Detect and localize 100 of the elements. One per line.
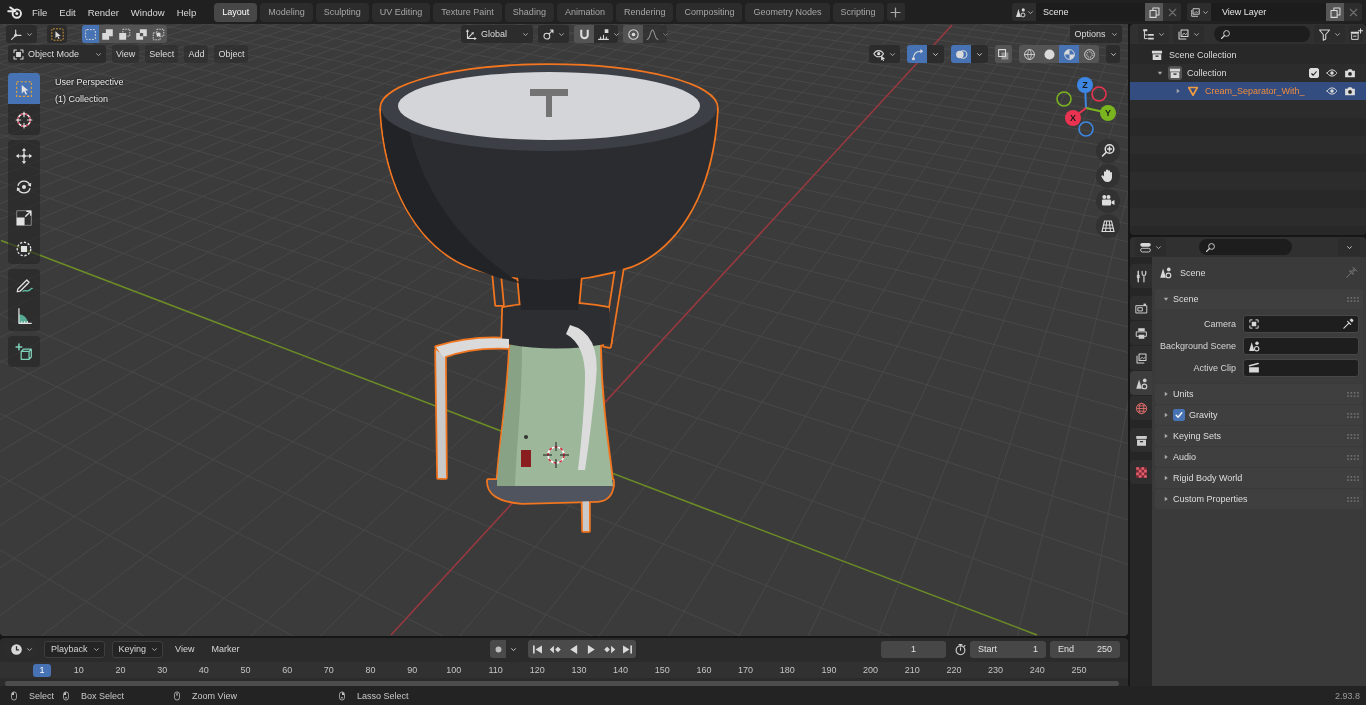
workspace-tab[interactable]: Rendering (615, 2, 674, 22)
eyedropper-icon[interactable] (1342, 318, 1354, 330)
scene-browse-button[interactable] (1012, 3, 1036, 21)
intersect-squares-icon[interactable] (150, 25, 167, 43)
properties-tab[interactable] (1130, 264, 1152, 288)
current-frame-field[interactable]: 1 (881, 640, 946, 658)
scene-name-field[interactable]: Scene (1036, 3, 1145, 21)
jump-start-icon[interactable] (528, 640, 546, 658)
mode-dropdown[interactable]: Object Mode (8, 45, 106, 63)
frame-ruler[interactable]: 1 10 20 30 40 50 60 70 80 90 100 110 120 130 140 150 160 170 180 190 200 210 220 230 240 250 (0, 662, 1128, 678)
panel-header[interactable]: Custom Properties (1155, 489, 1363, 509)
end-frame-field[interactable]: End 250 (1050, 640, 1120, 658)
subtract-squares-icon[interactable] (116, 25, 133, 43)
checkbox[interactable] (1173, 409, 1185, 421)
falloff-dropdown[interactable] (643, 25, 667, 43)
menu-item[interactable]: Marker (206, 640, 245, 658)
overlapping-squares-icon[interactable] (995, 45, 1012, 63)
options-dropdown[interactable]: Options (1070, 25, 1122, 43)
drag-handle-icon[interactable] (1347, 454, 1359, 460)
negative-axis-handle[interactable] (1091, 86, 1107, 102)
cream-separator-drawing[interactable] (379, 63, 719, 533)
tool-button[interactable] (8, 300, 40, 331)
menu-dropdown[interactable]: Keying (111, 640, 164, 658)
eye-icon[interactable] (1326, 67, 1338, 79)
zoom-icon[interactable] (1096, 139, 1120, 163)
drag-handle-icon[interactable] (1347, 296, 1359, 302)
drag-handle-icon[interactable] (1347, 496, 1359, 502)
drag-handle-icon[interactable] (1347, 475, 1359, 481)
menu-item[interactable]: Select (145, 45, 179, 63)
drag-handle-icon[interactable] (1347, 391, 1359, 397)
tool-button[interactable] (8, 336, 40, 367)
close-icon[interactable] (1163, 3, 1181, 21)
overlapping-circles-icon[interactable] (951, 45, 971, 63)
panel-header[interactable]: Audio (1155, 447, 1363, 467)
scene-field[interactable] (1243, 337, 1359, 355)
clip-field[interactable] (1243, 359, 1359, 377)
pivot-dropdown[interactable] (538, 25, 569, 43)
menu-item[interactable]: View (112, 45, 140, 63)
workspace-tab[interactable]: Animation (556, 2, 613, 22)
workspace-tab[interactable]: Modeling (260, 2, 313, 22)
plus-icon[interactable] (886, 3, 905, 21)
panel-header[interactable]: Scene (1155, 289, 1363, 309)
workspace-tab[interactable]: Geometry Nodes (745, 2, 830, 22)
box-plus-icon[interactable] (1349, 25, 1363, 43)
tool-button[interactable] (8, 104, 40, 135)
tool-button[interactable] (8, 233, 40, 264)
editor-type-menu[interactable] (1135, 238, 1166, 256)
workspace-tab[interactable]: Scripting (832, 2, 884, 22)
filter-dropdown[interactable] (1314, 25, 1345, 43)
menu-item[interactable]: Object (214, 45, 249, 63)
snap-target-dropdown[interactable] (594, 25, 618, 43)
menu-item[interactable]: Window (124, 2, 171, 22)
workspace-tab[interactable]: Sculpting (315, 2, 369, 22)
3d-cursor-icon[interactable] (542, 441, 570, 469)
visibility-dropdown[interactable] (869, 45, 900, 63)
two-squares-icon[interactable] (99, 25, 116, 43)
scrollbar[interactable] (5, 681, 1119, 686)
view-layer-dropdown[interactable] (1173, 25, 1204, 43)
workspace-tab[interactable]: Compositing (676, 2, 743, 22)
view-layer-browse-button[interactable] (1187, 3, 1211, 21)
camera-icon[interactable] (1344, 85, 1356, 97)
dashed-square-icon[interactable] (82, 25, 99, 43)
select-box-icon[interactable] (47, 25, 67, 43)
tool-button[interactable] (8, 140, 40, 171)
eye-icon[interactable] (1326, 85, 1338, 97)
panel-header[interactable]: Units (1155, 384, 1363, 404)
view-layer-name-field[interactable]: View Layer (1211, 3, 1326, 21)
axis-handle[interactable]: Z (1077, 77, 1093, 93)
disclosure-triangle-icon[interactable] (1156, 69, 1164, 77)
negative-axis-handle[interactable] (1078, 121, 1094, 137)
menu-item[interactable]: Add (184, 45, 209, 63)
logo-icon[interactable] (7, 4, 23, 20)
orientation-dropdown[interactable]: Global (461, 25, 533, 43)
properties-tab[interactable] (1130, 428, 1152, 452)
properties-tab[interactable] (1130, 460, 1152, 484)
panel-header[interactable]: Keying Sets (1155, 426, 1363, 446)
workspace-tab[interactable]: UV Editing (371, 2, 431, 22)
camera-icon[interactable] (1096, 189, 1120, 213)
properties-tab[interactable] (1130, 346, 1152, 370)
menu-item[interactable]: Render (81, 2, 125, 22)
camera-icon[interactable] (1344, 67, 1356, 79)
menu-item[interactable]: File (26, 2, 54, 22)
disclosure-triangle-icon[interactable] (1174, 87, 1182, 95)
workspace-tab[interactable]: Texture Paint (433, 2, 502, 22)
search-field[interactable] (1214, 26, 1310, 42)
object-field[interactable] (1243, 315, 1359, 333)
menu-dropdown[interactable]: Playback (44, 640, 105, 658)
properties-tab[interactable] (1130, 371, 1152, 395)
difference-squares-icon[interactable] (133, 25, 150, 43)
search-field[interactable] (1199, 239, 1292, 255)
tool-button[interactable] (8, 269, 40, 300)
drag-handle-icon[interactable] (1347, 412, 1359, 418)
menu-item[interactable]: Edit (53, 2, 82, 22)
record-icon[interactable] (490, 640, 506, 658)
display-mode-dropdown[interactable] (1138, 25, 1169, 43)
outliner-item[interactable]: Cream_Separator_With_ (1130, 82, 1366, 100)
axis-handle[interactable]: Y (1100, 105, 1116, 121)
axis-handle[interactable]: X (1065, 110, 1081, 126)
properties-tab[interactable] (1130, 296, 1152, 320)
start-frame-field[interactable]: Start 1 (970, 640, 1046, 658)
